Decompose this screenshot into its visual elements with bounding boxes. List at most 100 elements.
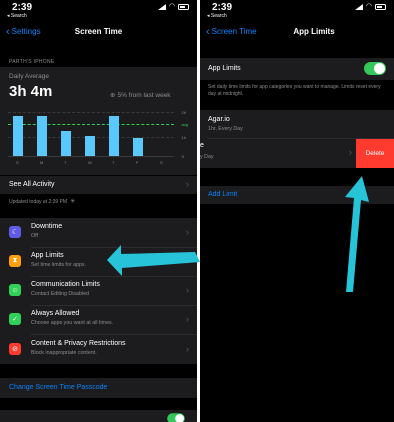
hourglass-icon: ⧗ xyxy=(9,255,21,267)
day-label: S xyxy=(16,160,19,165)
chart-baseline xyxy=(8,156,174,157)
grid-label: 2h xyxy=(181,110,186,115)
always-allowed-title: Always Allowed xyxy=(31,310,80,317)
chart-gridline xyxy=(8,112,174,113)
screen-time-settings-list: ☾ Downtime Off › ⧗ App Limits Set time l… xyxy=(0,218,197,364)
cellular-signal-icon xyxy=(157,4,166,10)
daily-average-value: 3h 4m xyxy=(9,83,53,100)
limit-detail: y Day xyxy=(200,154,214,160)
limit-name: e xyxy=(200,142,204,149)
see-all-activity-label: See All Activity xyxy=(9,181,55,188)
app-limits-row[interactable]: ⧗ App Limits Set time limits for apps. › xyxy=(0,248,197,276)
downtime-title: Downtime xyxy=(31,223,63,230)
person-bubble-icon: ☺ xyxy=(9,284,21,296)
passcode-card: Change Screen Time Passcode xyxy=(0,378,197,398)
status-time: 2:39 xyxy=(212,2,233,13)
cellular-signal-icon xyxy=(354,4,363,10)
day-label: W xyxy=(88,160,92,165)
content-privacy-title: Content & Privacy Restrictions xyxy=(31,340,126,347)
bottom-toggle[interactable] xyxy=(167,413,185,422)
app-limits-subtitle: Set time limits for apps. xyxy=(31,262,87,268)
change-passcode-link[interactable]: Change Screen Time Passcode xyxy=(9,384,107,391)
add-limit-button[interactable]: Add Limit xyxy=(208,191,237,198)
arrow-circle-icon: ⊕ xyxy=(110,92,116,99)
see-all-activity-row[interactable]: See All Activity › xyxy=(0,176,197,194)
navigation-bar: ‹ Screen Time App Limits xyxy=(200,22,394,44)
back-to-app-link[interactable]: ◂ Search xyxy=(207,13,227,19)
status-icons: ◠ xyxy=(157,3,189,10)
day-label: T xyxy=(64,160,67,165)
wifi-icon: ◠ xyxy=(365,3,372,10)
usage-bar xyxy=(37,116,47,156)
usage-bar xyxy=(61,131,71,156)
chevron-right-icon: › xyxy=(349,147,352,157)
limit-row-agario[interactable]: Agar.io 1hr, Every Day xyxy=(200,110,394,138)
battery-icon xyxy=(375,4,386,10)
content-privacy-row[interactable]: ⊘ Content & Privacy Restrictions Block i… xyxy=(0,335,197,364)
page-title: Screen Time xyxy=(74,27,123,36)
updated-status: Updated today at 2:39 PM ✳ xyxy=(9,198,76,206)
downtime-subtitle: Off xyxy=(31,233,38,239)
status-bar: 2:39 ◂ Search ◠ xyxy=(0,0,197,22)
downtime-row[interactable]: ☾ Downtime Off › xyxy=(0,218,197,247)
delete-button[interactable]: Delete xyxy=(356,139,394,168)
updated-text: Updated today at 2:39 PM xyxy=(9,198,68,205)
limit-name: Agar.io xyxy=(208,116,230,123)
chevron-right-icon: › xyxy=(186,227,189,237)
moon-icon: ☾ xyxy=(9,226,21,238)
day-label: S xyxy=(160,160,163,165)
daily-average-label: Daily Average xyxy=(9,73,49,80)
loading-spinner-icon: ✳ xyxy=(70,199,76,205)
battery-icon xyxy=(178,4,189,10)
communication-limits-title: Communication Limits xyxy=(31,281,100,288)
toggle-knob xyxy=(175,414,184,422)
navigation-bar: ‹ Settings Screen Time xyxy=(0,22,197,44)
app-limits-toggle[interactable] xyxy=(364,62,386,75)
status-time: 2:39 xyxy=(12,2,33,13)
average-gridline xyxy=(8,124,174,125)
app-limits-toggle-row: App Limits xyxy=(200,58,394,80)
app-limits-description: Set daily time limits for app categories… xyxy=(208,84,381,97)
status-icons: ◠ xyxy=(354,3,386,10)
chevron-right-icon: › xyxy=(186,344,189,354)
screen-time-screen: 2:39 ◂ Search ◠ ‹ Settings Screen Time P… xyxy=(0,0,197,422)
usage-bar xyxy=(133,138,143,156)
usage-bar xyxy=(109,116,119,156)
chevron-left-icon: ‹ xyxy=(206,25,210,38)
status-bar: 2:39 ◂ Search ◠ xyxy=(200,0,394,22)
chevron-right-icon: › xyxy=(186,285,189,295)
chevron-right-icon: › xyxy=(186,314,189,324)
grid-label: 1h xyxy=(181,135,186,140)
grid-label: 0 xyxy=(181,154,184,159)
bottom-toggle-card xyxy=(0,410,197,422)
wifi-icon: ◠ xyxy=(168,3,175,10)
weekly-change: ⊕ 5% from last week xyxy=(110,91,171,100)
communication-limits-row[interactable]: ☺ Communication Limits Contact Editing D… xyxy=(0,277,197,305)
toggle-knob xyxy=(374,63,385,74)
add-limit-row: Add Limit xyxy=(200,186,394,204)
chevron-right-icon: › xyxy=(186,256,189,266)
checkmark-icon: ✓ xyxy=(9,313,21,325)
communication-limits-subtitle: Contact Editing Disabled xyxy=(31,291,90,297)
grid-label-avg: avg xyxy=(181,122,188,127)
always-allowed-subtitle: Choose apps you want at all times. xyxy=(31,320,114,326)
day-label: T xyxy=(112,160,115,165)
day-label: F xyxy=(136,160,139,165)
no-entry-icon: ⊘ xyxy=(9,343,21,355)
page-title: App Limits xyxy=(293,27,335,36)
usage-bar-chart: 2h avg 1h 0 S M T W T F S xyxy=(8,110,188,168)
back-to-app-link[interactable]: ◂ Search xyxy=(7,13,27,19)
usage-bar xyxy=(85,136,95,156)
limit-detail: 1hr, Every Day xyxy=(208,126,243,132)
app-limits-screen: 2:39 ◂ Search ◠ ‹ Screen Time App Limits… xyxy=(200,0,394,422)
app-limits-toggle-label: App Limits xyxy=(208,65,241,72)
usage-summary-card[interactable]: Daily Average 3h 4m ⊕ 5% from last week … xyxy=(0,67,197,175)
always-allowed-row[interactable]: ✓ Always Allowed Choose apps you want at… xyxy=(0,306,197,334)
app-limits-title: App Limits xyxy=(31,252,64,259)
day-label: M xyxy=(40,160,44,165)
weekly-change-text: 5% from last week xyxy=(117,91,171,99)
content-privacy-subtitle: Block inappropriate content. xyxy=(31,350,97,356)
chevron-right-icon: › xyxy=(186,179,189,189)
device-name-label: PARTH'S IPHONE xyxy=(9,59,55,65)
usage-bar xyxy=(13,116,23,156)
